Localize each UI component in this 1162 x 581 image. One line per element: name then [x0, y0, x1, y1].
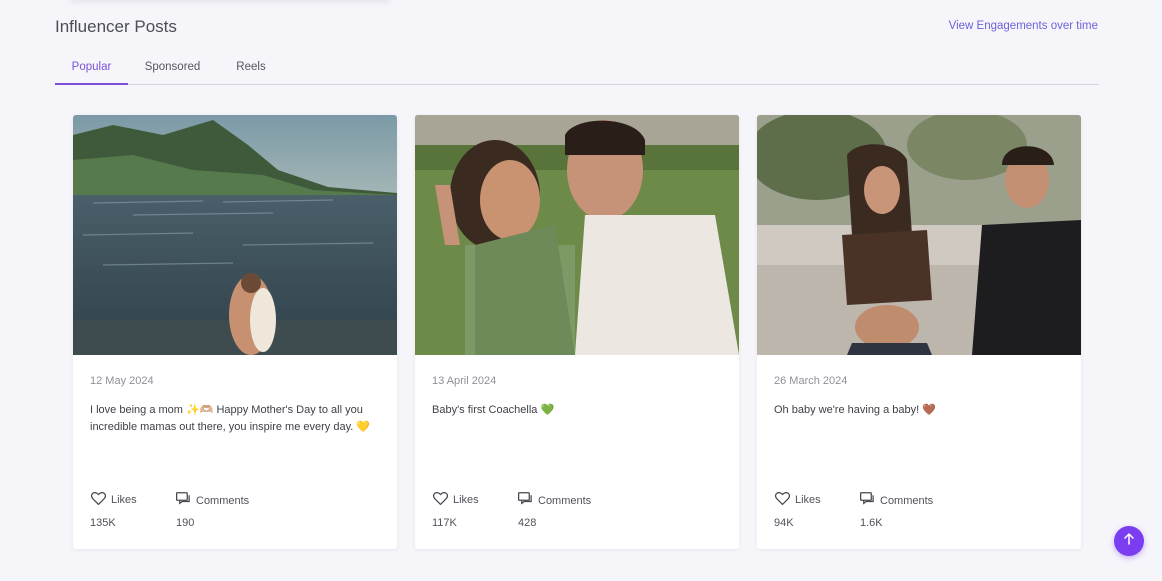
comments-label: Comments	[880, 494, 934, 507]
likes-count: 135K	[90, 517, 116, 529]
tab-popular[interactable]: Popular	[55, 52, 128, 85]
view-engagements-link[interactable]: View Engagements over time	[949, 20, 1098, 32]
comments-metric: Comments	[860, 492, 933, 509]
post-image	[757, 115, 1081, 355]
post-card[interactable]: 12 May 2024 I love being a mom ✨🫶🏼 Happy…	[73, 115, 397, 549]
post-image	[73, 115, 397, 355]
comments-count: 190	[176, 517, 195, 529]
comments-icon	[176, 492, 191, 509]
post-caption: Oh baby we're having a baby! 🤎	[774, 404, 936, 416]
post-tabs: Popular Sponsored Reels	[55, 52, 1099, 85]
heart-icon	[432, 491, 449, 508]
post-date: 12 May 2024	[90, 375, 154, 387]
post-card[interactable]: 26 March 2024 Oh baby we're having a bab…	[757, 115, 1081, 549]
post-caption: I love being a mom ✨🫶🏼 Happy Mother's Da…	[90, 404, 371, 433]
likes-metric: Likes	[432, 491, 479, 508]
likes-count: 117K	[432, 517, 457, 529]
arrow-up-icon	[1123, 532, 1135, 550]
comments-count: 1.6K	[860, 517, 883, 529]
scroll-to-top-button[interactable]	[1114, 526, 1144, 556]
comments-metric: Comments	[518, 492, 591, 509]
comments-icon	[518, 492, 533, 509]
post-caption: Baby's first Coachella 💚	[432, 404, 555, 416]
likes-metric: Likes	[774, 491, 821, 508]
post-image	[415, 115, 739, 355]
page-title: Influencer Posts	[55, 17, 177, 36]
tab-reels[interactable]: Reels	[228, 52, 274, 83]
comments-label: Comments	[196, 494, 250, 507]
comments-label: Comments	[538, 494, 592, 507]
comments-count: 428	[518, 517, 537, 529]
post-date: 26 March 2024	[774, 375, 848, 387]
likes-count: 94K	[774, 517, 794, 529]
comments-icon	[860, 492, 875, 509]
tab-sponsored[interactable]: Sponsored	[135, 52, 210, 83]
heart-icon	[90, 491, 107, 508]
likes-label: Likes	[795, 494, 821, 506]
post-card[interactable]: 13 April 2024 Baby's first Coachella 💚 L…	[415, 115, 739, 549]
post-date: 13 April 2024	[432, 375, 497, 387]
heart-icon	[774, 491, 791, 508]
likes-label: Likes	[111, 494, 137, 506]
comments-metric: Comments	[176, 492, 249, 509]
likes-label: Likes	[453, 494, 479, 506]
likes-metric: Likes	[90, 491, 137, 508]
